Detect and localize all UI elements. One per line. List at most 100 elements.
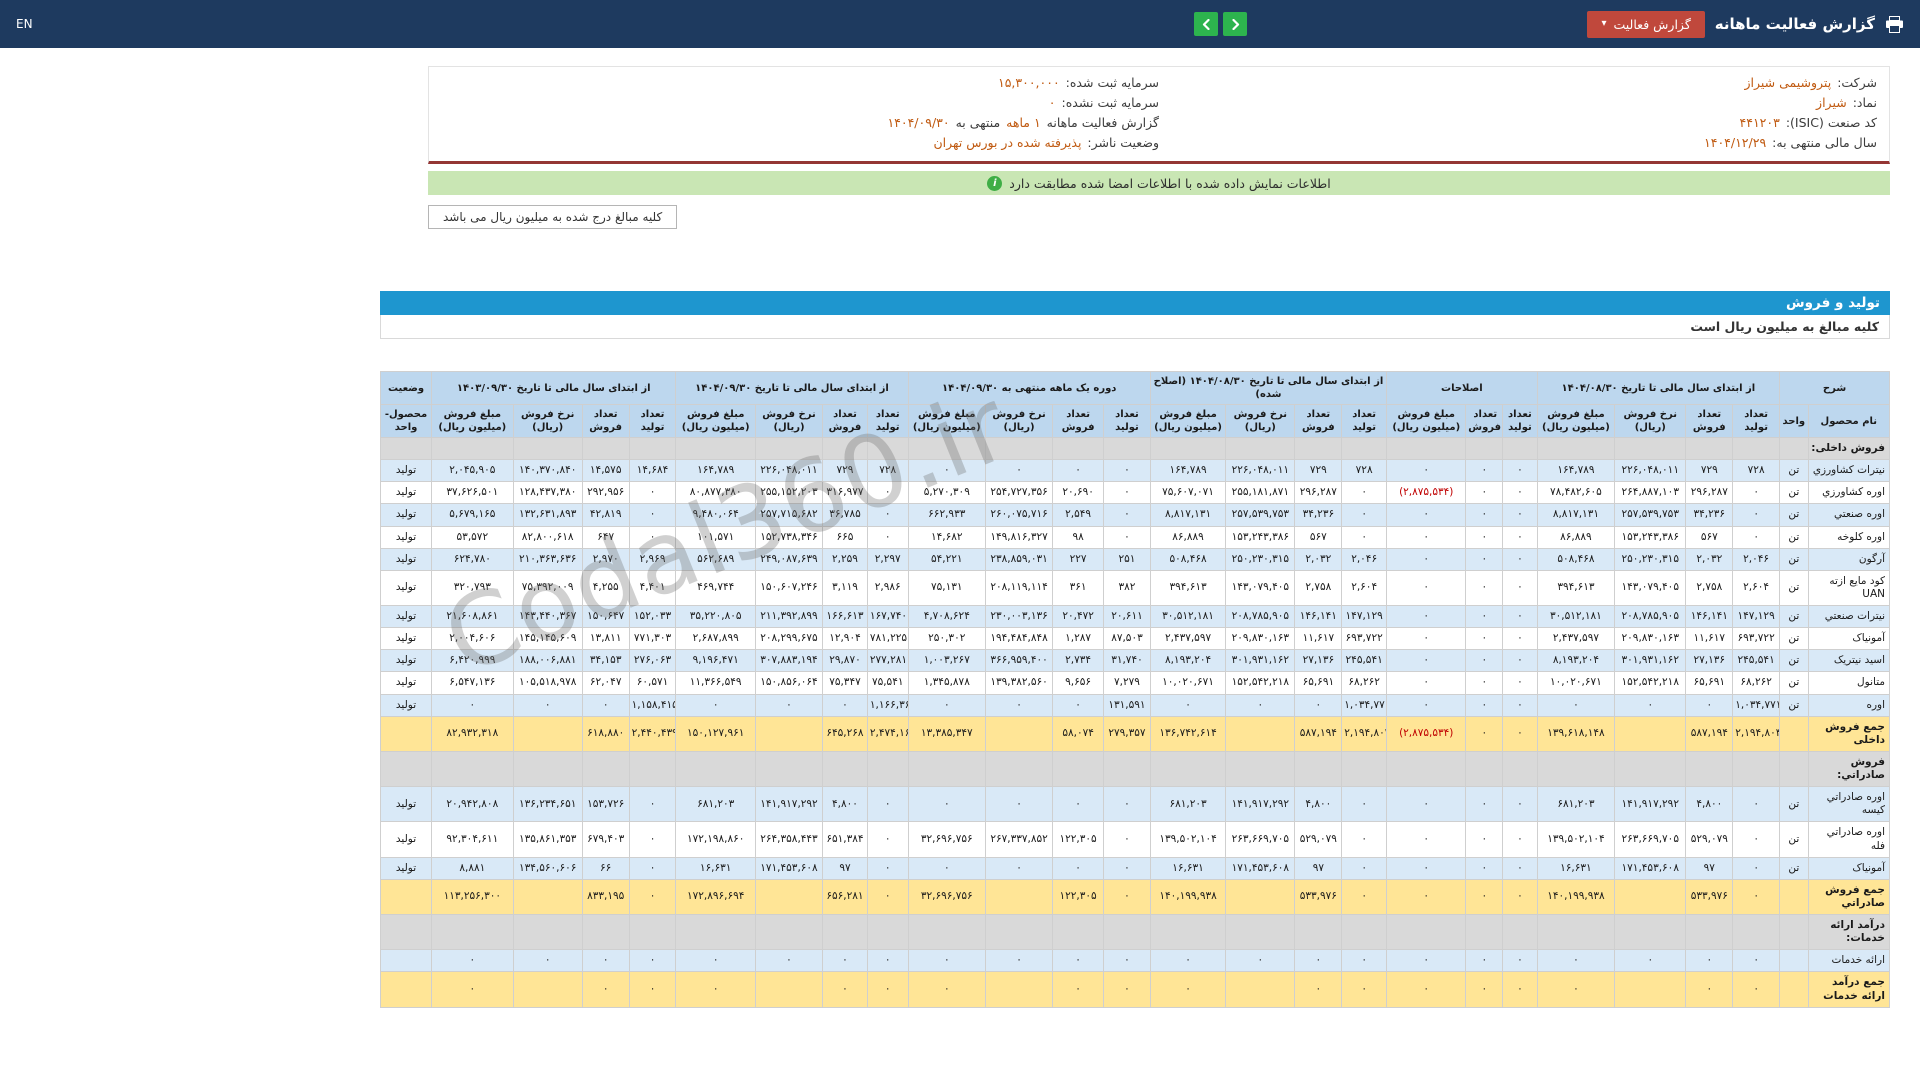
- value-cell: [984, 913, 1054, 951]
- value-cell: ۶۰,۵۷۱: [628, 671, 677, 695]
- column-header: نرخ فروش (ریال): [984, 404, 1054, 438]
- value-cell: ۹,۴۸۰,۰۶۴: [675, 503, 756, 527]
- language-toggle[interactable]: EN: [16, 17, 33, 31]
- value-cell: ۵۶۷: [1294, 525, 1343, 549]
- product-name: جمع فروش داخلی: [1807, 715, 1891, 752]
- value-cell: ۴,۸۰۰: [1294, 786, 1343, 823]
- value-cell: ۰: [822, 949, 868, 973]
- value-cell: ۳۴,۱۵۳: [581, 649, 630, 673]
- top-navbar: گزارش فعالیت ماهانه گزارش فعالیت ▾ EN: [0, 0, 1920, 48]
- value-cell: ۲۰۸,۱۱۹,۱۱۴: [984, 569, 1054, 607]
- status-cell: [379, 436, 433, 461]
- value-cell: ۲۲۷: [1052, 547, 1105, 571]
- status-cell: تولید: [379, 547, 433, 571]
- value-cell: [581, 436, 630, 461]
- unit-cell: تن: [1779, 649, 1809, 673]
- value-cell: ۰: [628, 525, 677, 549]
- value-cell: ۰: [984, 856, 1054, 880]
- value-cell: [1732, 750, 1781, 788]
- value-cell: ۹۷: [1685, 856, 1734, 880]
- value-cell: ۰: [1536, 971, 1616, 1008]
- info-value: ۱۴۰۴/۱۲/۲۹: [1704, 135, 1767, 150]
- company-info-item: سرمایه ثبت شده: ۱۵,۳۰۰,۰۰۰: [441, 75, 1159, 95]
- value-cell: ۲۱۰,۳۶۳,۶۳۶: [512, 547, 583, 571]
- value-cell: [754, 750, 824, 788]
- value-cell: ۰: [1502, 878, 1538, 916]
- value-cell: ۰: [1536, 949, 1616, 973]
- product-name: اوره صادراتي فله: [1807, 821, 1891, 858]
- value-cell: ۰: [1502, 856, 1538, 880]
- value-cell: ۳۱۶,۹۷۷: [822, 481, 868, 505]
- next-report-button[interactable]: [1223, 12, 1248, 36]
- column-header: تعداد فروش: [1052, 404, 1105, 438]
- unit-cell: [1779, 436, 1809, 461]
- value-cell: ۶۵۶,۲۸۱: [822, 878, 868, 916]
- value-cell: ۰: [907, 786, 986, 823]
- value-cell: ۰: [907, 693, 986, 717]
- column-header: تعداد تولید: [1341, 404, 1388, 438]
- value-cell: [512, 971, 583, 1008]
- value-cell: [984, 878, 1054, 916]
- value-cell: [512, 750, 583, 788]
- info-label: نماد:: [1852, 95, 1877, 110]
- value-cell: ۰: [581, 971, 630, 1008]
- value-cell: ۲۰۹,۸۳۰,۱۶۳: [1225, 627, 1296, 651]
- unit-cell: [1779, 949, 1809, 973]
- value-cell: ۰: [1465, 821, 1504, 858]
- total-row: جمع فروش صادراتي ۰ ۵۳۳,۹۷۶ ۱۴۰,۱۹۹,۹۳۸ ۰ ۰ ۰ ۰ ۵…: [379, 878, 1891, 916]
- value-cell: ۷۵,۳۹۲,۰۰۹: [512, 569, 583, 607]
- printer-icon[interactable]: [1885, 15, 1904, 33]
- prev-report-button[interactable]: [1194, 12, 1219, 36]
- value-cell: ۰: [1465, 604, 1504, 629]
- value-cell: ۶۶: [581, 856, 630, 880]
- value-cell: ۱,۳۴۵,۸۷۸: [907, 671, 986, 695]
- product-row: اوره تن ۱,۰۳۴,۷۷۱ ۰ ۰ ۰ ۰ ۰ ۰ ۱,۰۳۴,۷۷۱ ۰ ۰ ۰ ۱۳۱,۵۹۱…: [379, 693, 1891, 717]
- value-cell: [1225, 436, 1296, 461]
- value-cell: ۷۵,۶۰۷,۰۷۱: [1149, 481, 1227, 505]
- value-cell: ۰: [1732, 821, 1781, 858]
- value-cell: ۰: [1732, 971, 1781, 1008]
- value-cell: (۲,۸۷۵,۵۳۴): [1386, 481, 1467, 505]
- value-cell: ۰: [866, 481, 909, 505]
- value-cell: ۵۶۷: [1685, 525, 1734, 549]
- value-cell: ۴,۷۰۸,۶۲۴: [907, 604, 986, 629]
- info-value: ۱۴۰۴/۰۹/۳۰: [887, 115, 950, 130]
- value-cell: [984, 436, 1054, 461]
- value-cell: [1614, 878, 1687, 916]
- column-header: تعداد تولید: [866, 404, 909, 438]
- status-cell: تولید: [379, 459, 433, 483]
- value-cell: ۶,۴۲۰,۹۹۹: [431, 649, 514, 673]
- value-cell: [1341, 750, 1388, 788]
- value-cell: [822, 913, 868, 951]
- value-cell: ۱۰,۰۲۰,۶۷۱: [1536, 671, 1616, 695]
- value-cell: ۱۲,۹۰۴: [822, 627, 868, 651]
- value-cell: ۲۵۰,۳۰۲: [907, 627, 986, 651]
- value-cell: ۱۶,۶۳۱: [675, 856, 756, 880]
- value-cell: ۶۵۱,۳۸۴: [822, 821, 868, 858]
- value-cell: ۲۵۵,۱۸۱,۸۷۱: [1225, 481, 1296, 505]
- column-header: نرخ فروش (ریال): [754, 404, 824, 438]
- section-row: درآمد ارائه خدمات:: [379, 913, 1891, 951]
- column-header: مبلغ فروش (میلیون ریال): [1149, 404, 1227, 438]
- report-type-button[interactable]: گزارش فعالیت ▾: [1587, 10, 1705, 38]
- value-cell: ۸۶,۸۸۹: [1149, 525, 1227, 549]
- value-cell: ۱۶۴,۷۸۹: [675, 459, 756, 483]
- value-cell: ۱۴۰,۱۹۹,۹۳۸: [1149, 878, 1227, 916]
- unit-cell: [1779, 913, 1809, 951]
- product-name: اوره: [1807, 693, 1891, 717]
- status-cell: تولید: [379, 481, 433, 505]
- value-cell: [1536, 750, 1616, 788]
- value-cell: ۰: [512, 949, 583, 973]
- value-cell: ۲,۷۳۴: [1052, 649, 1105, 673]
- value-cell: ۳۱,۷۴۰: [1103, 649, 1151, 673]
- company-info-item: سال مالی منتهی به: ۱۴۰۴/۱۲/۲۹: [1159, 135, 1877, 155]
- value-cell: [754, 913, 824, 951]
- value-cell: ۸۲,۹۳۲,۳۱۸: [431, 715, 514, 752]
- value-cell: ۰: [1341, 878, 1388, 916]
- value-cell: [431, 436, 514, 461]
- value-cell: [866, 750, 909, 788]
- value-cell: ۰: [675, 949, 756, 973]
- info-value: ۱۵,۳۰۰,۰۰۰: [998, 75, 1060, 90]
- value-cell: ۹۸: [1052, 525, 1105, 549]
- value-cell: ۲,۹۸۶: [866, 569, 909, 607]
